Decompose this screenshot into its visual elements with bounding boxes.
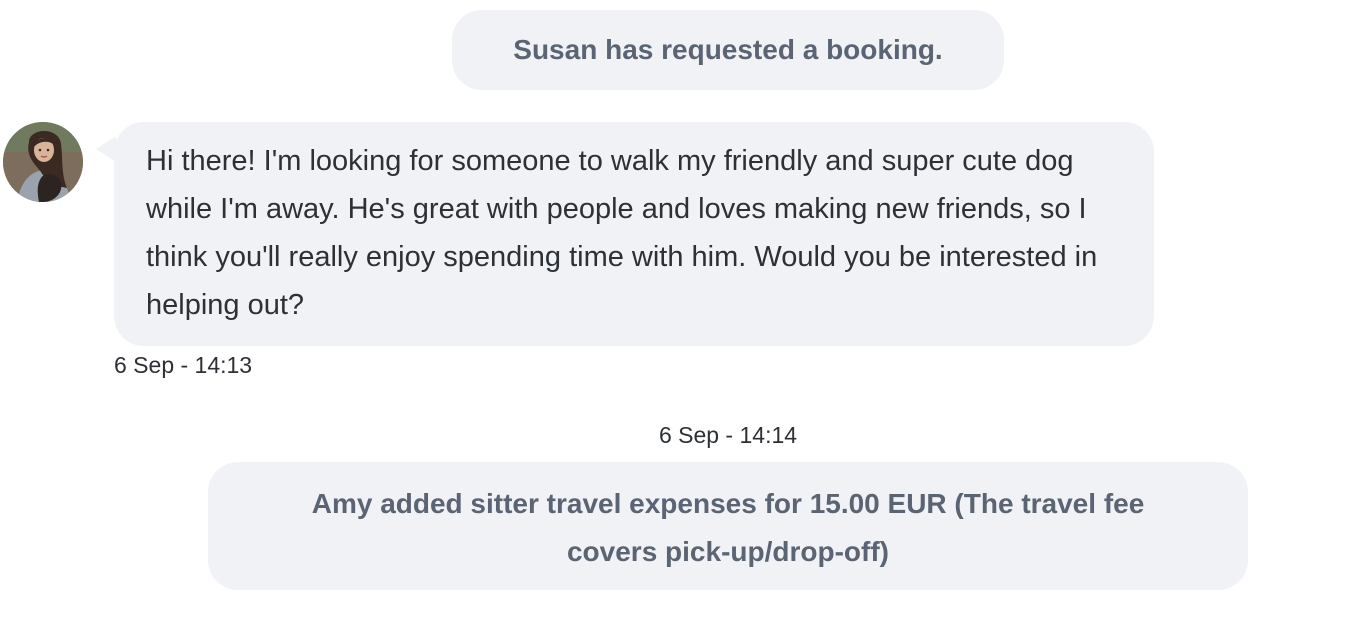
- system-message-text: Susan has requested a booking.: [513, 34, 943, 65]
- system-message-booking-request: Susan has requested a booking.: [452, 10, 1004, 90]
- message-bubble: Hi there! I'm looking for someone to wal…: [114, 122, 1154, 346]
- user-avatar-photo: [3, 122, 83, 202]
- avatar[interactable]: [3, 122, 83, 202]
- system-message-travel-expenses: Amy added sitter travel expenses for 15.…: [208, 462, 1248, 590]
- message-bubble-tail: [96, 136, 116, 162]
- system-message-timestamp: 6 Sep - 14:14: [658, 422, 798, 448]
- system-message-text: Amy added sitter travel expenses for 15.…: [311, 488, 1145, 567]
- message-timestamp: 6 Sep - 14:13: [114, 352, 253, 378]
- message-text: Hi there! I'm looking for someone to wal…: [146, 145, 1098, 321]
